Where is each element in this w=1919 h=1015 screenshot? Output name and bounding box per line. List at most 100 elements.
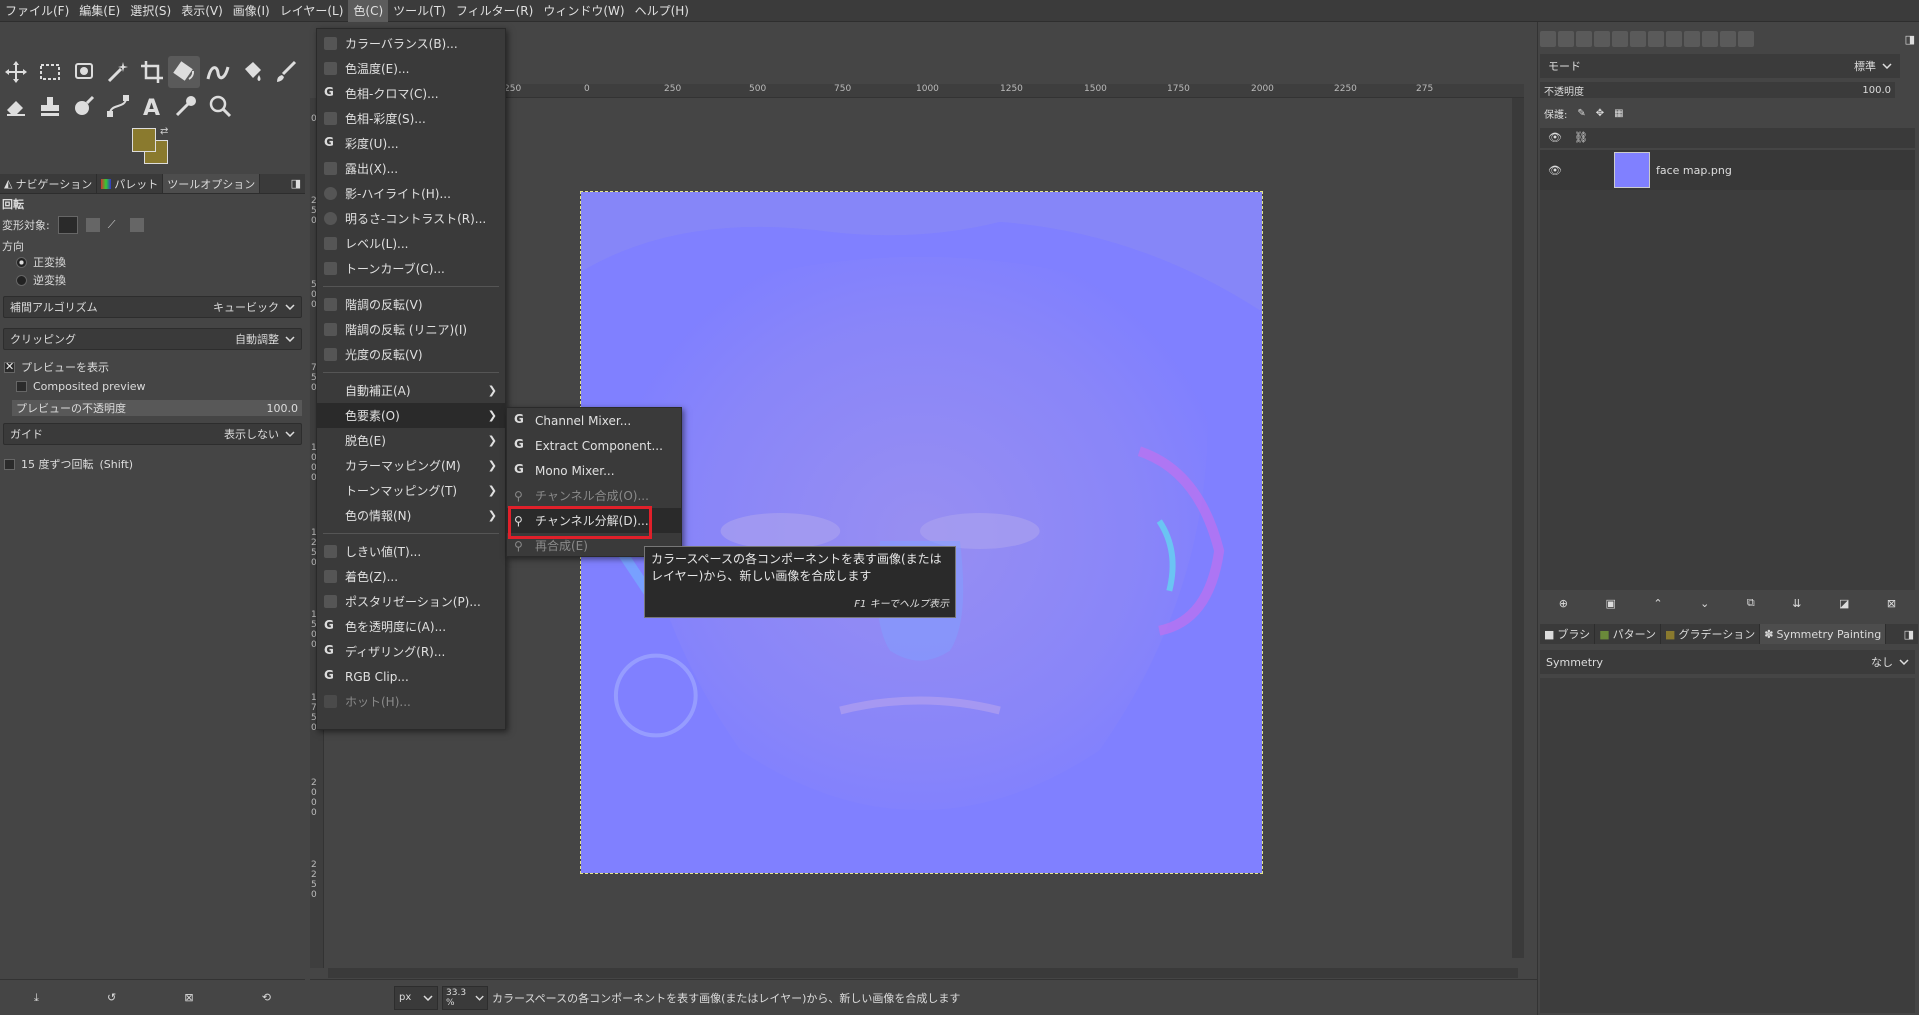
menu-item-auto[interactable]: 自動補正(A) ❯ xyxy=(317,378,505,403)
move-tool-icon[interactable] xyxy=(0,56,32,88)
menu-item-curves[interactable]: トーンカーブ(C)... xyxy=(317,256,505,281)
image-canvas-normal-map[interactable] xyxy=(580,191,1263,874)
menu-select[interactable]: 選択(S) xyxy=(125,0,176,22)
menu-file[interactable]: ファイル(F) xyxy=(0,0,74,22)
warp-transform-tool-icon[interactable] xyxy=(202,56,234,88)
guide-combo[interactable]: ガイド 表示しない xyxy=(3,423,302,445)
menu-edit[interactable]: 編集(E) xyxy=(74,0,125,22)
layer-row[interactable]: 👁 face map.png xyxy=(1540,150,1915,190)
menu-item-invert[interactable]: 階調の反転(V) xyxy=(317,292,505,317)
menu-item-threshold[interactable]: しきい値(T)... xyxy=(317,539,505,564)
unit-selector[interactable]: px xyxy=(394,985,438,1010)
direction-reverse-radio[interactable]: 逆変換 xyxy=(16,272,319,288)
swap-colors-icon[interactable]: ⇄ xyxy=(160,126,168,137)
menu-view[interactable]: 表示(V) xyxy=(176,0,228,22)
menu-item-posterize[interactable]: ポスタリゼーション(P)... xyxy=(317,589,505,614)
show-preview-checkbox[interactable]: プレビューを表示 xyxy=(4,359,307,375)
paintbrush-tool-icon[interactable] xyxy=(270,56,302,88)
menu-item-levels[interactable]: レベル(L)... xyxy=(317,231,505,256)
lower-layer-icon[interactable]: ⌄ xyxy=(1700,597,1709,610)
raise-layer-icon[interactable]: ⌃ xyxy=(1653,597,1662,610)
layer-opacity-slider[interactable]: 不透明度 100.0 xyxy=(1540,82,1895,98)
lasso-tool-icon[interactable] xyxy=(68,56,100,88)
menu-layer[interactable]: レイヤー(L) xyxy=(275,0,349,22)
eye-icon[interactable]: 👁 xyxy=(1548,164,1568,177)
rotate-tool-icon[interactable] xyxy=(168,56,200,88)
reset-options-icon[interactable]: ⟲ xyxy=(262,991,271,1004)
delete-options-icon[interactable]: ⊠ xyxy=(184,991,193,1004)
rotate-15-checkbox[interactable]: 15 度ずつ回転 (Shift) xyxy=(4,456,307,472)
crop-tool-icon[interactable] xyxy=(136,56,168,88)
menu-item-components[interactable]: 色要素(O) ❯ xyxy=(317,403,505,428)
menu-item-map[interactable]: カラーマッピング(M) ❯ xyxy=(317,453,505,478)
foreground-color-swatch[interactable] xyxy=(132,128,156,152)
menu-item-mono-mixer[interactable]: G Mono Mixer... xyxy=(507,458,681,483)
tab-navigation[interactable]: ◭ ナビゲーション xyxy=(0,174,98,193)
menu-item-brightness-contrast[interactable]: 明るさ-コントラスト(R)... xyxy=(317,206,505,231)
horizontal-scrollbar[interactable] xyxy=(328,968,1518,978)
merge-layer-icon[interactable]: ⇊ xyxy=(1792,597,1801,610)
tab-symmetry-painting[interactable]: ✽ Symmetry Painting xyxy=(1760,624,1887,644)
dock-menu-icon[interactable]: ◨ xyxy=(1900,624,1918,644)
lock-pixels-icon[interactable]: ✎ xyxy=(1577,108,1585,119)
fg-bg-color-swatch[interactable]: ⇄ xyxy=(130,126,172,166)
transform-path-icon[interactable]: ⟋ xyxy=(108,218,122,232)
transform-image-icon[interactable] xyxy=(129,218,144,232)
zoom-tool-icon[interactable] xyxy=(204,90,236,122)
menu-item-hot[interactable]: ホット(H)... xyxy=(317,689,505,714)
interpolation-combo[interactable]: 補間アルゴリズム キュービック xyxy=(3,296,302,318)
color-picker-tool-icon[interactable] xyxy=(170,90,202,122)
clipping-combo[interactable]: クリッピング 自動調整 xyxy=(3,328,302,350)
layer-mode-row[interactable]: モード 標準 xyxy=(1540,54,1900,78)
menu-item-shadows-highlights[interactable]: 影-ハイライト(H)... xyxy=(317,181,505,206)
menu-windows[interactable]: ウィンドウ(W) xyxy=(538,0,629,22)
eraser-tool-icon[interactable] xyxy=(0,90,32,122)
menu-item-channel-mixer[interactable]: G Channel Mixer... xyxy=(507,408,681,433)
layers-list-empty-area[interactable] xyxy=(1540,190,1915,590)
duplicate-layer-icon[interactable]: ⧉ xyxy=(1747,596,1755,610)
fuzzy-select-tool-icon[interactable] xyxy=(102,56,134,88)
menu-item-value-invert[interactable]: 光度の反転(V) xyxy=(317,342,505,367)
restore-options-icon[interactable]: ↺ xyxy=(107,991,116,1004)
pointer-tab-icon[interactable] xyxy=(1720,31,1736,47)
tab-brushes[interactable]: ■ ブラシ xyxy=(1540,624,1596,644)
menu-item-color-temperature[interactable]: 色温度(E)... xyxy=(317,56,505,81)
save-options-icon[interactable]: ⤓ xyxy=(34,991,39,1005)
menu-item-extract-component[interactable]: G Extract Component... xyxy=(507,433,681,458)
menu-item-linear-invert[interactable]: 階調の反転 (リニア)(I) xyxy=(317,317,505,342)
menu-item-dither[interactable]: G ディザリング(R)... xyxy=(317,639,505,664)
lock-alpha-icon[interactable]: ▦ xyxy=(1614,108,1623,119)
lock-position-icon[interactable]: ✥ xyxy=(1596,108,1604,119)
fonts-tab-icon[interactable] xyxy=(1630,31,1646,47)
paths-tab-icon[interactable] xyxy=(1576,31,1592,47)
histogram-tab-icon[interactable] xyxy=(1684,31,1700,47)
menu-colors[interactable]: 色(C) xyxy=(348,0,389,22)
new-layer-icon[interactable]: ⊕ xyxy=(1559,597,1568,610)
document-history-tab-icon[interactable] xyxy=(1702,31,1718,47)
menu-help[interactable]: ヘルプ(H) xyxy=(630,0,694,22)
menu-item-color-balance[interactable]: カラーバランス(B)... xyxy=(317,31,505,56)
bucket-fill-tool-icon[interactable] xyxy=(236,56,268,88)
layer-name[interactable]: face map.png xyxy=(1656,164,1732,177)
tab-palette[interactable]: パレット xyxy=(97,174,164,193)
menu-item-saturation[interactable]: G 彩度(U)... xyxy=(317,131,505,156)
dock-menu-icon[interactable]: ◨ xyxy=(1905,33,1915,46)
smudge-tool-icon[interactable] xyxy=(68,90,100,122)
tab-gradients[interactable]: ■ グラデーション xyxy=(1661,624,1761,644)
sample-points-tab-icon[interactable] xyxy=(1666,31,1682,47)
direction-normal-radio[interactable]: 正変換 xyxy=(16,254,319,270)
rect-select-tool-icon[interactable] xyxy=(34,56,66,88)
menu-filters[interactable]: フィルター(R) xyxy=(451,0,538,22)
menu-item-hue-saturation[interactable]: 色相-彩度(S)... xyxy=(317,106,505,131)
menu-image[interactable]: 画像(I) xyxy=(228,0,275,22)
mask-layer-icon[interactable]: ◪ xyxy=(1839,597,1849,610)
vertical-scrollbar[interactable] xyxy=(1512,98,1524,958)
transform-layer-icon[interactable] xyxy=(57,216,78,234)
layers-tab-icon[interactable] xyxy=(1540,31,1556,47)
menu-item-colorize[interactable]: 着色(Z)... xyxy=(317,564,505,589)
channels-tab-icon[interactable] xyxy=(1558,31,1574,47)
paths-tool-icon[interactable] xyxy=(102,90,134,122)
dock-menu-icon[interactable]: ◨ xyxy=(287,174,305,193)
menu-item-color-to-alpha[interactable]: G 色を透明度に(A)... xyxy=(317,614,505,639)
menu-item-rgb-clip[interactable]: G RGB Clip... xyxy=(317,664,505,689)
